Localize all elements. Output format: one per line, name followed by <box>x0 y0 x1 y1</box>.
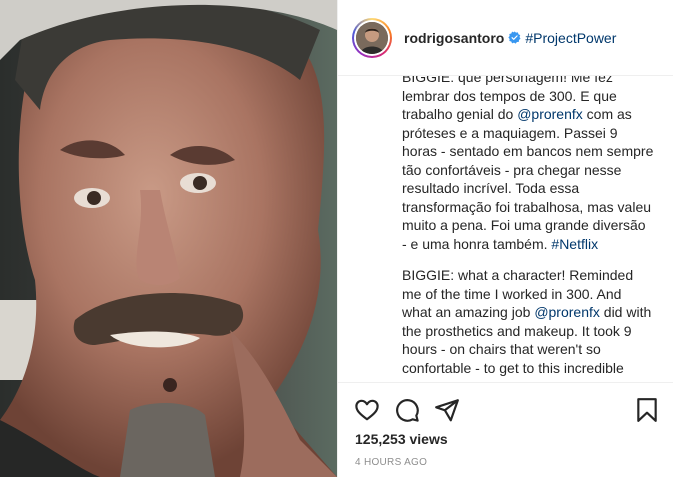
caption-pt-text-2: com as próteses e a maquiagem. Passei 9 … <box>402 106 654 252</box>
comment-icon[interactable] <box>394 397 420 423</box>
mention-link[interactable]: @prorenfx <box>517 106 583 122</box>
caption-area: BIGGIE: que personagem! Me fez lembrar d… <box>338 76 673 382</box>
caption-english: BIGGIE: what a character! Reminded me of… <box>402 266 654 377</box>
mention-link[interactable]: @prorenfx <box>534 304 600 320</box>
username-link[interactable]: rodrigosantoro <box>404 30 504 46</box>
header-hashtag-link[interactable]: #ProjectPower <box>525 30 616 46</box>
verified-badge-icon <box>508 31 521 44</box>
bookmark-icon[interactable] <box>634 397 660 423</box>
post-header: rodrigosantoro #ProjectPower <box>338 0 673 76</box>
heart-icon[interactable] <box>354 397 380 423</box>
caption-portuguese: BIGGIE: que personagem! Me fez lembrar d… <box>402 76 654 253</box>
action-bar: 125,253 views 4 HOURS AGO <box>338 382 673 477</box>
avatar[interactable] <box>352 17 392 58</box>
hashtag-link[interactable]: #Netflix <box>551 236 598 252</box>
paper-plane-icon[interactable] <box>434 397 460 423</box>
post-media[interactable] <box>0 0 337 477</box>
post-photo <box>0 0 337 477</box>
post-details-panel: rodrigosantoro #ProjectPower BIGGIE: que… <box>337 0 673 477</box>
view-count[interactable]: 125,253 views <box>355 431 448 447</box>
post-timestamp[interactable]: 4 HOURS AGO <box>355 457 427 468</box>
